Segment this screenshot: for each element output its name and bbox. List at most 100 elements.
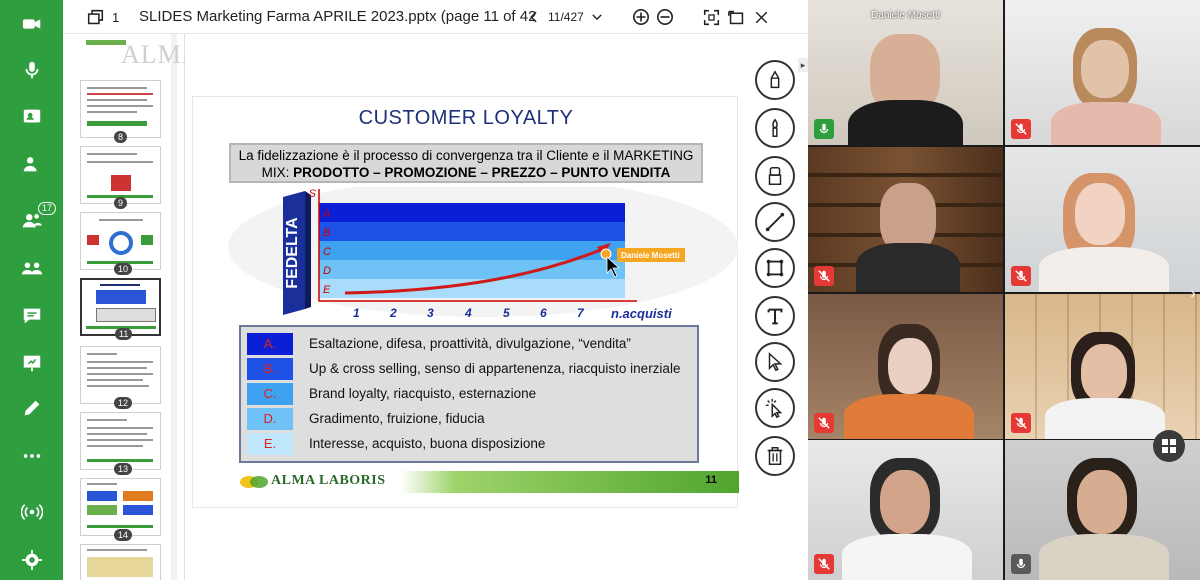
participant-tile[interactable] (808, 440, 1003, 580)
microphone-icon (819, 123, 829, 134)
fit-to-screen-button[interactable] (701, 7, 721, 27)
zoom-in-button[interactable] (631, 7, 651, 27)
svg-text:A: A (322, 208, 330, 220)
breakout-icon (21, 262, 42, 275)
microphone-muted-icon (818, 558, 830, 570)
line-tool-button[interactable] (755, 202, 795, 242)
slide-definition-box: La fidelizzazione è il processo di conve… (229, 143, 703, 183)
zoom-in-icon (632, 8, 650, 26)
settings-button[interactable] (0, 540, 63, 580)
svg-text:B: B (323, 227, 330, 239)
thumbnail[interactable]: 8 (80, 80, 161, 143)
viewer-header: 1 SLIDES Marketing Farma APRILE 2023.ppt… (63, 0, 808, 34)
grid-layout-button[interactable] (1153, 430, 1185, 462)
select-tool-button[interactable] (755, 342, 795, 382)
fedelta-banner: FEDELTA (283, 191, 311, 315)
participant-tile[interactable] (1005, 294, 1200, 439)
share-screen-icon (23, 109, 40, 123)
definition-line-1: La fidelizzazione è il processo di conve… (238, 148, 694, 163)
arrow-cursor-icon (768, 352, 783, 372)
thumbnail[interactable]: 13 (80, 412, 161, 475)
svg-text:E: E (323, 284, 331, 296)
grid-icon (1162, 439, 1176, 453)
laser-pointer-button[interactable] (755, 388, 795, 428)
delete-annotations-button[interactable] (755, 436, 795, 476)
microphone-button[interactable] (0, 50, 63, 90)
close-icon (755, 11, 767, 23)
mic-status-muted (814, 266, 834, 286)
video-grid: Daniele Mosetti › (808, 0, 1200, 580)
thumbnail[interactable] (80, 544, 161, 580)
legend-row: D. Gradimento, fruizione, fiducia (247, 408, 695, 430)
thumbnail[interactable]: 9 (80, 146, 161, 209)
share-screen-button[interactable] (0, 97, 63, 137)
definition-line-2: MIX: PRODOTTO – PROMOZIONE – PREZZO – PU… (261, 165, 671, 180)
previous-page-button[interactable] (524, 7, 544, 27)
legend-letter: D. (247, 408, 293, 430)
participant-tile[interactable]: Daniele Mosetti (808, 0, 1003, 145)
loyalty-ladder-diagram: FEDELTA S A B C D E 1 2 3 4 5 6 7 n.acqu… (228, 187, 738, 321)
slide-canvas: CUSTOMER LOYALTY La fidelizzazione è il … (185, 34, 745, 580)
presenter-button[interactable] (0, 144, 63, 184)
pencil-tool-button[interactable] (755, 60, 795, 100)
svg-text:D: D (323, 265, 331, 277)
legend-row: B. Up & cross selling, senso di apparten… (247, 358, 695, 380)
highlighter-tool-button[interactable] (755, 156, 795, 196)
thumbnail[interactable]: 10 (80, 212, 161, 275)
shape-tool-button[interactable] (755, 248, 795, 288)
page-dropdown-button[interactable] (587, 7, 607, 27)
whiteboard-pen-button[interactable] (0, 388, 63, 428)
chart-x-axis-label: n.acquisti (611, 306, 672, 321)
microphone-icon (25, 61, 38, 79)
fullscreen-icon (727, 10, 743, 24)
present-button[interactable] (0, 343, 63, 383)
thumbnail-scrollbar[interactable] (171, 34, 177, 580)
participant-tile[interactable] (808, 147, 1003, 292)
thumbnail-active[interactable]: 11 (80, 278, 161, 340)
thumbnail[interactable]: 12 (80, 346, 161, 409)
camera-button[interactable] (0, 4, 63, 44)
more-button[interactable] (0, 436, 63, 476)
page-indicator[interactable]: 11/427 (548, 10, 584, 24)
next-page-arrow[interactable]: › (1186, 282, 1200, 306)
legend-row: A. Esaltazione, difesa, proattività, div… (247, 333, 695, 355)
chat-icon (23, 308, 40, 324)
fullscreen-button[interactable] (726, 7, 746, 27)
camera-icon (22, 19, 40, 29)
svg-text:1: 1 (353, 306, 360, 320)
participants-count-badge: 17 (38, 202, 57, 215)
mic-status-muted (1011, 119, 1031, 139)
thumbnail-number: 14 (114, 529, 133, 541)
participant-tile[interactable] (1005, 147, 1200, 292)
participants-button[interactable]: 17 (0, 200, 63, 240)
mic-status-muted (814, 554, 834, 574)
zoom-out-icon (656, 8, 674, 26)
chat-button[interactable] (0, 296, 63, 336)
close-viewer-button[interactable] (751, 7, 771, 27)
svg-text:5: 5 (503, 306, 510, 320)
highlighter-icon (768, 167, 782, 185)
participant-tile[interactable] (1005, 0, 1200, 145)
text-icon (767, 308, 783, 325)
svg-text:4: 4 (464, 306, 472, 320)
participant-tile[interactable] (808, 294, 1003, 439)
collapse-toolbar-button[interactable]: ▸ (798, 58, 808, 72)
slide: CUSTOMER LOYALTY La fidelizzazione è il … (192, 96, 739, 508)
mic-status-muted (1011, 266, 1031, 286)
thumbnail-panel: 8 9 10 11 12 13 14 (63, 34, 185, 580)
line-icon (765, 212, 785, 232)
text-tool-button[interactable] (755, 296, 795, 336)
legend-letter: A. (247, 333, 293, 355)
presentation-viewer: 1 SLIDES Marketing Farma APRILE 2023.ppt… (63, 0, 808, 580)
thumbnail-number: 8 (114, 131, 128, 143)
svg-text:FEDELTA: FEDELTA (284, 217, 301, 289)
windows-icon[interactable] (85, 7, 105, 27)
breakout-button[interactable] (0, 248, 63, 288)
svg-text:2: 2 (389, 306, 397, 320)
broadcast-button[interactable] (0, 492, 63, 532)
microphone-icon (1016, 558, 1026, 569)
zoom-out-button[interactable] (655, 7, 675, 27)
thumbnail[interactable]: 14 (80, 478, 161, 541)
brush-tool-button[interactable] (755, 108, 795, 148)
rectangle-icon (766, 259, 784, 277)
